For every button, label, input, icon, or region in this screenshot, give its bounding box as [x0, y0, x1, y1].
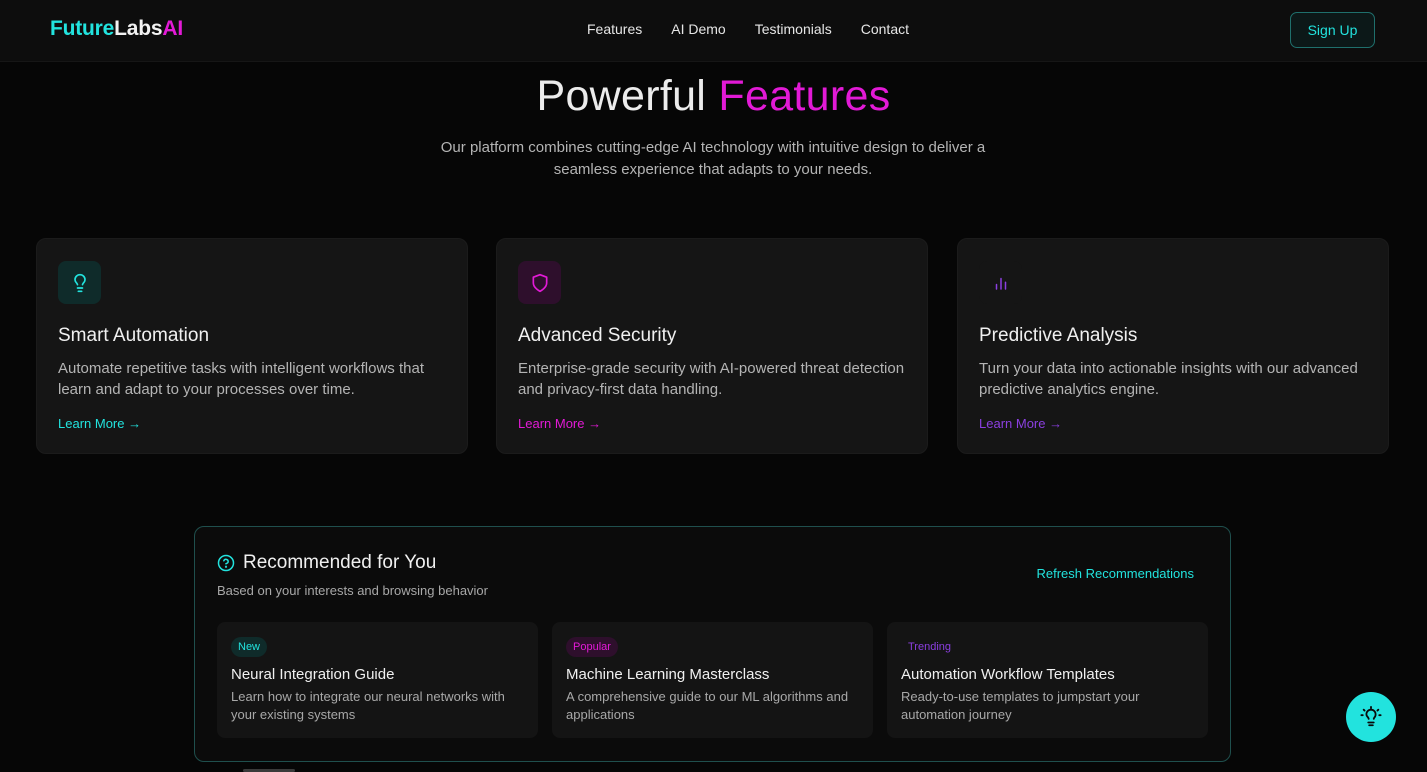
nav-link-features[interactable]: Features	[587, 21, 642, 37]
title-plain: Powerful	[536, 72, 707, 120]
feature-card-predictive-analysis: Predictive Analysis Turn your data into …	[957, 238, 1389, 454]
recommendation-card[interactable]: New Neural Integration Guide Learn how t…	[217, 622, 538, 738]
learn-more-link[interactable]: Learn More →	[979, 416, 1062, 431]
sign-up-button[interactable]: Sign Up	[1290, 12, 1375, 48]
refresh-recommendations-button[interactable]: Refresh Recommendations	[1036, 566, 1194, 581]
learn-more-link[interactable]: Learn More →	[518, 416, 601, 431]
feature-description: Turn your data into actionable insights …	[979, 360, 1358, 398]
brand-logo[interactable]: FutureLabsAI	[50, 17, 183, 41]
shield-icon	[532, 273, 547, 292]
nav-link-ai-demo[interactable]: AI Demo	[671, 21, 725, 37]
lightbulb-sparkle-icon	[1360, 706, 1382, 727]
section-subtitle: Our platform combines cutting-edge AI te…	[440, 139, 986, 178]
lightbulb-icon	[73, 273, 86, 292]
recommendations-header: Recommended for You	[217, 552, 436, 574]
status-badge: New	[231, 637, 268, 657]
feature-icon-box	[979, 261, 1022, 304]
recommendation-title: Machine Learning Masterclass	[566, 666, 770, 683]
feature-title: Predictive Analysis	[979, 325, 1138, 346]
logo-part-future: Future	[50, 17, 115, 40]
recommendation-title: Neural Integration Guide	[231, 666, 395, 683]
recommendation-description: Learn how to integrate our neural networ…	[231, 689, 505, 722]
recommendations-title: Recommended for You	[243, 552, 437, 573]
feature-icon-box	[58, 261, 101, 304]
recommendation-card[interactable]: Popular Machine Learning Masterclass A c…	[552, 622, 873, 738]
status-badge: Popular	[566, 637, 618, 657]
bar-chart-icon	[995, 277, 1006, 290]
feature-title: Advanced Security	[518, 325, 677, 346]
logo-part-labs: Labs	[114, 17, 163, 40]
recommendations-panel: Recommended for You Based on your intere…	[194, 526, 1231, 762]
title-accent: Features	[718, 72, 891, 120]
recommendation-card[interactable]: Trending Automation Workflow Templates R…	[887, 622, 1208, 738]
feature-card-advanced-security: Advanced Security Enterprise-grade secur…	[496, 238, 928, 454]
nav-links: Features AI Demo Testimonials Contact	[587, 21, 909, 37]
help-circle-icon	[217, 554, 235, 572]
nav-link-testimonials[interactable]: Testimonials	[755, 21, 832, 37]
learn-more-link[interactable]: Learn More →	[58, 416, 141, 431]
feature-description: Enterprise-grade security with AI-powere…	[518, 360, 905, 398]
recommendations-subtitle: Based on your interests and browsing beh…	[217, 583, 488, 598]
logo-part-ai: AI	[162, 17, 183, 40]
feature-icon-box	[518, 261, 561, 304]
recommendation-description: Ready-to-use templates to jumpstart your…	[901, 689, 1140, 722]
feature-title: Smart Automation	[58, 325, 210, 346]
section-title: Powerful Features	[0, 72, 1427, 121]
feature-description: Automate repetitive tasks with intellige…	[58, 360, 424, 398]
assistant-fab-button[interactable]	[1346, 692, 1396, 742]
status-badge: Trending	[901, 637, 959, 657]
recommendation-description: A comprehensive guide to our ML algorith…	[566, 689, 849, 722]
nav-link-contact[interactable]: Contact	[861, 21, 909, 37]
top-navbar: FutureLabsAI Features AI Demo Testimonia…	[0, 0, 1427, 62]
feature-card-smart-automation: Smart Automation Automate repetitive tas…	[36, 238, 468, 454]
recommendation-title: Automation Workflow Templates	[901, 666, 1115, 683]
